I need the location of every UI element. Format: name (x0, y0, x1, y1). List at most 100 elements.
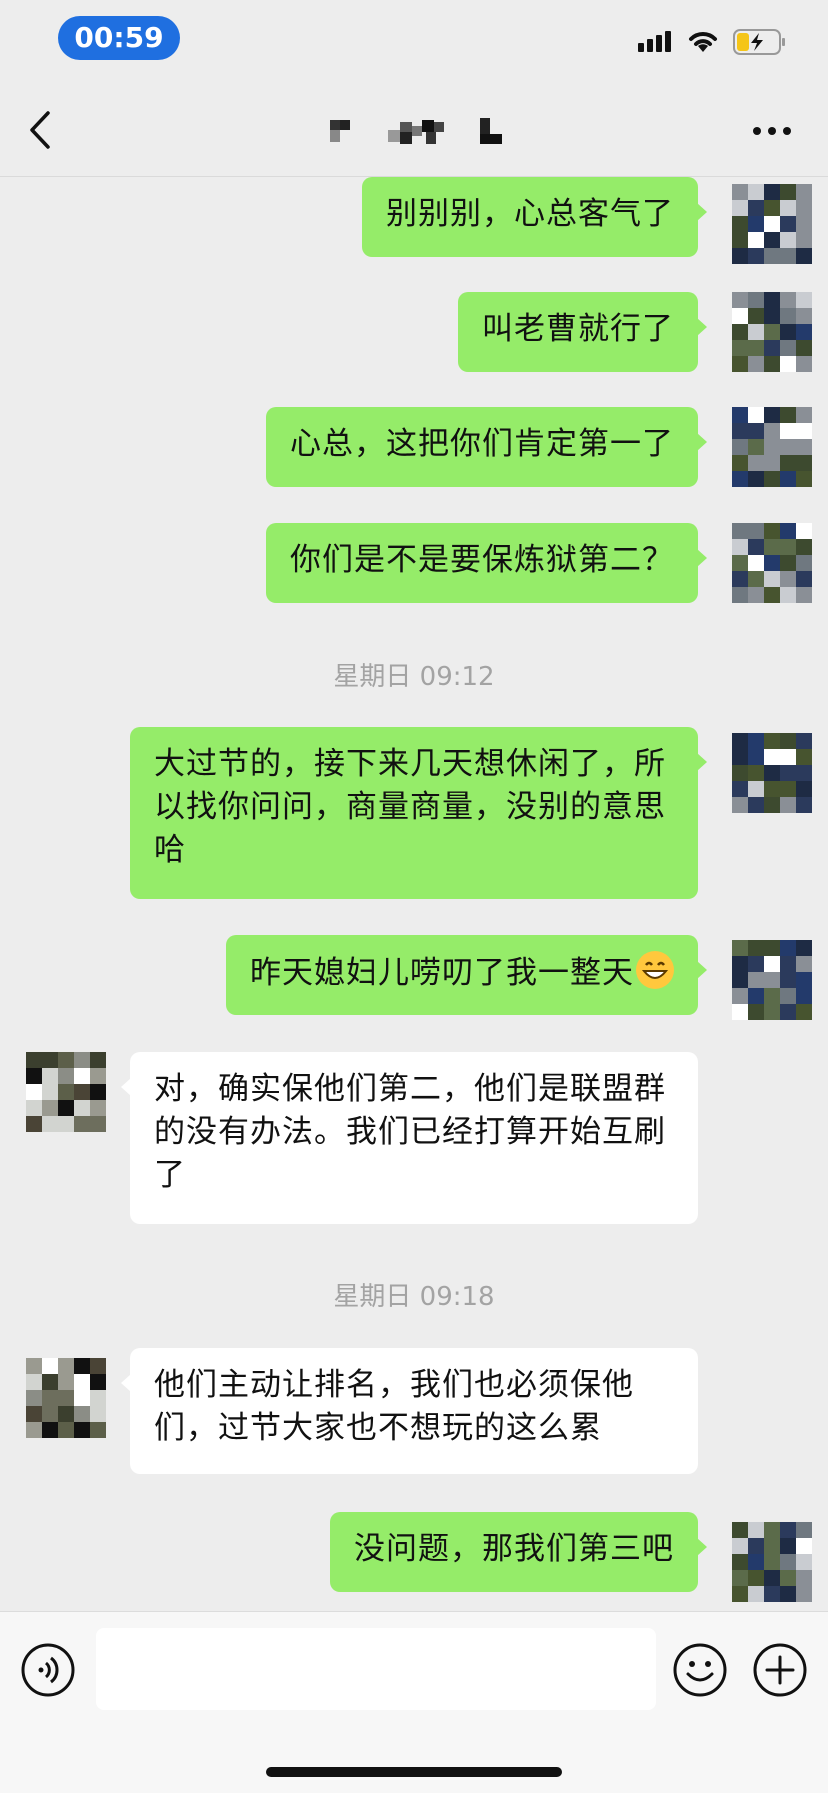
avatar-mosaic-cell (732, 956, 748, 972)
avatar-mosaic-cell (780, 797, 796, 813)
avatar-mosaic-cell (732, 749, 748, 765)
my-avatar[interactable] (732, 292, 812, 372)
message-bubble-sent[interactable]: 没问题，那我们第三吧 (330, 1512, 707, 1592)
my-avatar[interactable] (732, 733, 812, 813)
avatar-mosaic-cell (74, 1374, 90, 1390)
avatar-mosaic-cell (732, 972, 748, 988)
avatar-mosaic-cell (748, 308, 764, 324)
avatar-mosaic-cell (780, 308, 796, 324)
avatar-mosaic-cell (42, 1390, 58, 1406)
avatar-mosaic-cell (732, 988, 748, 1004)
avatar-mosaic-cell (764, 749, 780, 765)
avatar-mosaic-cell (26, 1100, 42, 1116)
avatar-mosaic-cell (58, 1116, 74, 1132)
my-avatar[interactable] (732, 407, 812, 487)
message-bubble-sent[interactable]: 你们是不是要保炼狱第二？ (266, 523, 707, 603)
avatar-mosaic-cell (796, 200, 812, 216)
avatar-mosaic-cell (780, 1586, 796, 1602)
avatar-mosaic-cell (796, 988, 812, 1004)
my-avatar[interactable] (732, 184, 812, 264)
my-avatar[interactable] (732, 940, 812, 1020)
avatar-mosaic-cell (780, 781, 796, 797)
avatar-mosaic-cell (42, 1100, 58, 1116)
avatar-mosaic-cell (58, 1422, 74, 1438)
avatar-mosaic-cell (780, 539, 796, 555)
avatar-mosaic-cell (732, 439, 748, 455)
avatar-mosaic-cell (796, 184, 812, 200)
avatar-mosaic-cell (764, 471, 780, 487)
avatar-mosaic-cell (748, 539, 764, 555)
avatar-mosaic-cell (58, 1374, 74, 1390)
avatar-mosaic-cell (748, 471, 764, 487)
emoji-icon[interactable] (672, 1642, 728, 1698)
chat-header (0, 84, 828, 177)
avatar-mosaic-cell (780, 1004, 796, 1020)
avatar-mosaic-cell (732, 471, 748, 487)
avatar-mosaic-cell (58, 1068, 74, 1084)
avatar-mosaic-cell (74, 1052, 90, 1068)
contact-avatar[interactable] (26, 1358, 106, 1438)
message-bubble-sent[interactable]: 昨天媳妇儿唠叨了我一整天 (226, 935, 707, 1015)
avatar-mosaic-cell (796, 972, 812, 988)
avatar-mosaic-cell (732, 423, 748, 439)
avatar-mosaic-cell (732, 797, 748, 813)
message-input[interactable] (96, 1628, 656, 1710)
avatar-mosaic-cell (796, 455, 812, 471)
message-bubble-received[interactable]: 对，确实保他们第二，他们是联盟群的没有办法。我们已经打算开始互刷了 (121, 1052, 698, 1224)
avatar-mosaic-cell (58, 1406, 74, 1422)
my-avatar[interactable] (732, 523, 812, 603)
avatar-mosaic-cell (780, 200, 796, 216)
message-bubble-sent[interactable]: 叫老曹就行了 (458, 292, 707, 372)
avatar-mosaic-cell (764, 940, 780, 956)
avatar-mosaic-cell (748, 1570, 764, 1586)
avatar-mosaic-cell (764, 733, 780, 749)
avatar-mosaic-cell (732, 765, 748, 781)
avatar-mosaic-cell (732, 455, 748, 471)
message-bubble-sent[interactable]: 别别别，心总客气了 (362, 177, 707, 257)
avatar-mosaic-cell (780, 439, 796, 455)
avatar-mosaic-cell (90, 1390, 106, 1406)
avatar-mosaic-cell (748, 423, 764, 439)
avatar-mosaic-cell (732, 407, 748, 423)
avatar-mosaic-cell (732, 216, 748, 232)
voice-icon[interactable] (20, 1642, 76, 1698)
message-bubble-sent[interactable]: 大过节的，接下来几天想休闲了，所以找你问问，商量商量，没别的意思哈 (130, 727, 707, 899)
avatar-mosaic-cell (732, 733, 748, 749)
avatar-mosaic-cell (732, 248, 748, 264)
message-bubble-sent[interactable]: 心总，这把你们肯定第一了 (266, 407, 707, 487)
avatar-mosaic-cell (764, 555, 780, 571)
avatar-mosaic-cell (748, 439, 764, 455)
avatar-mosaic-cell (764, 248, 780, 264)
avatar-mosaic-cell (780, 216, 796, 232)
message-list[interactable]: 别别别，心总客气了 叫老曹就行了 心总，这把你们肯定第一了 你们是不是要保炼狱第… (0, 177, 828, 1611)
avatar-mosaic-cell (796, 292, 812, 308)
plus-icon[interactable] (752, 1642, 808, 1698)
avatar-mosaic-cell (748, 1538, 764, 1554)
avatar-mosaic-cell (732, 200, 748, 216)
avatar-mosaic-cell (764, 1586, 780, 1602)
avatar-mosaic-cell (58, 1052, 74, 1068)
avatar-mosaic-cell (748, 356, 764, 372)
avatar-mosaic-cell (764, 200, 780, 216)
my-avatar[interactable] (732, 1522, 812, 1602)
avatar-mosaic-cell (796, 1004, 812, 1020)
avatar-mosaic-cell (796, 1554, 812, 1570)
avatar-mosaic-cell (796, 1586, 812, 1602)
avatar-mosaic-cell (748, 407, 764, 423)
avatar-mosaic-cell (764, 232, 780, 248)
avatar-mosaic-cell (732, 340, 748, 356)
avatar-mosaic-cell (748, 1004, 764, 1020)
avatar-mosaic-cell (748, 523, 764, 539)
avatar-mosaic-cell (796, 749, 812, 765)
avatar-mosaic-cell (780, 733, 796, 749)
avatar-mosaic-cell (764, 1570, 780, 1586)
back-chevron-icon[interactable] (28, 110, 52, 150)
message-bubble-received[interactable]: 他们主动让排名，我们也必须保他们，过节大家也不想玩的这么累 (121, 1348, 698, 1474)
avatar-mosaic-cell (732, 1586, 748, 1602)
avatar-mosaic-cell (764, 292, 780, 308)
more-icon[interactable] (752, 126, 792, 136)
avatar-mosaic-cell (748, 555, 764, 571)
avatar-mosaic-cell (764, 423, 780, 439)
avatar-mosaic-cell (796, 423, 812, 439)
contact-avatar[interactable] (26, 1052, 106, 1132)
